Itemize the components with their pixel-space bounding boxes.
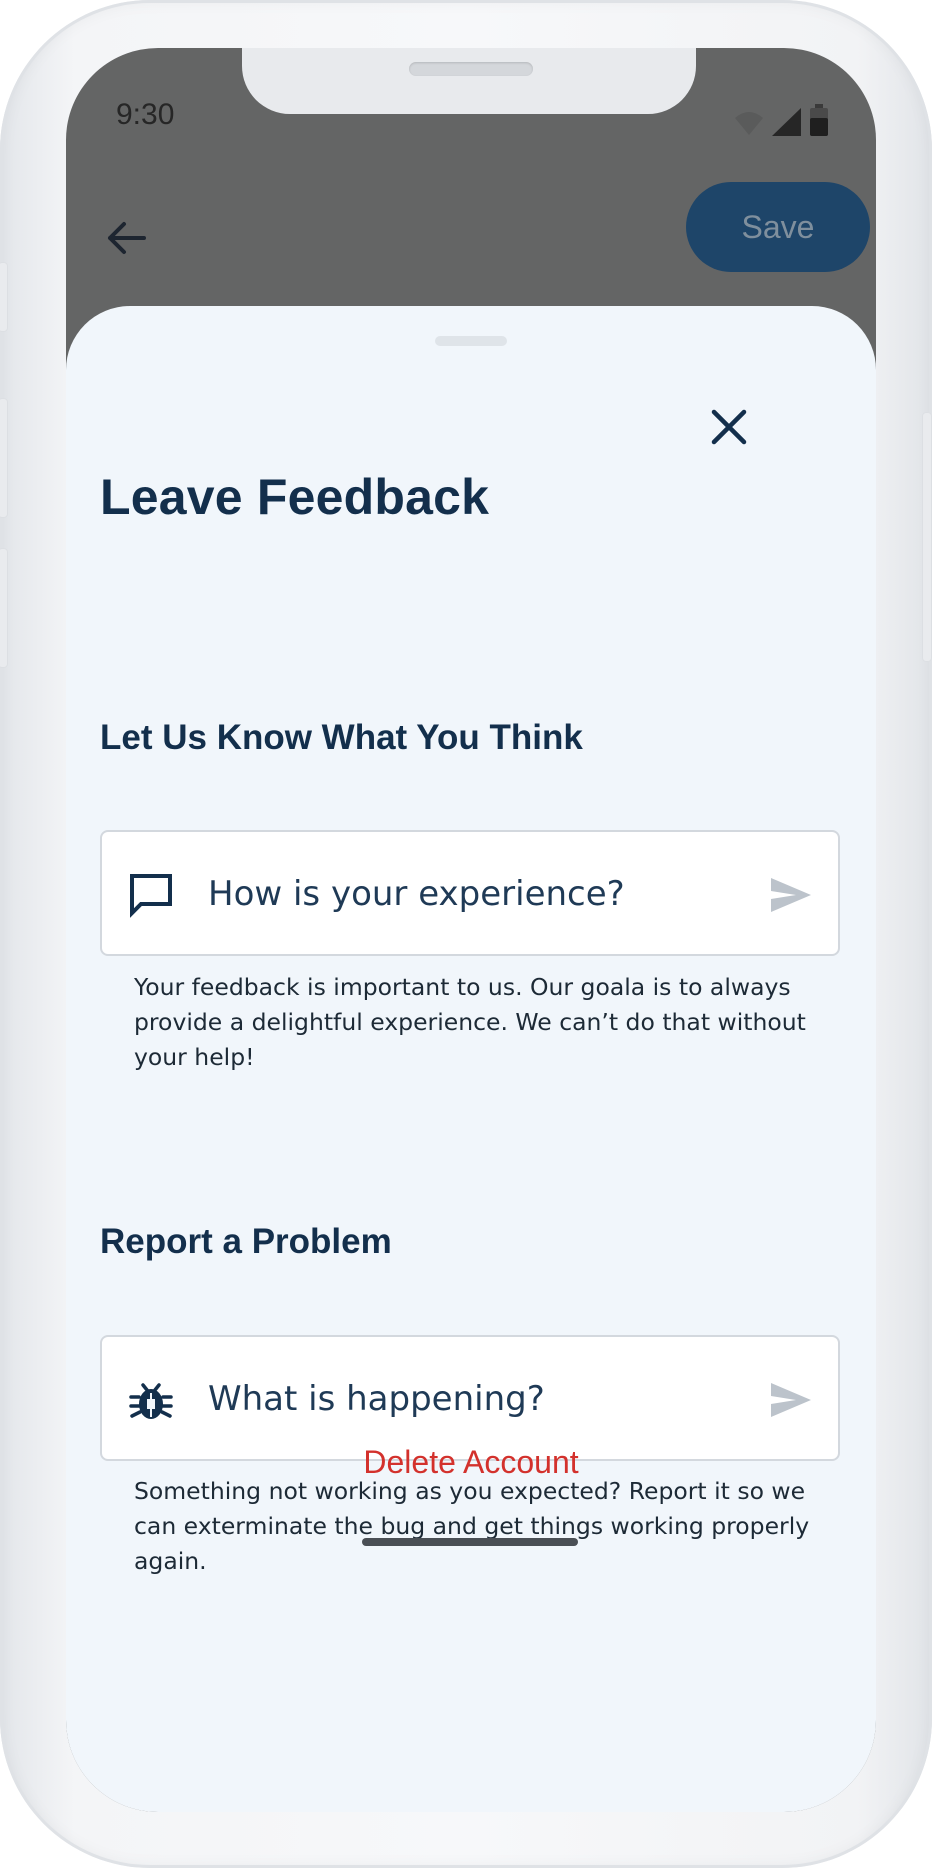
status-time: 9:30 xyxy=(116,98,175,131)
battery-icon xyxy=(810,104,828,136)
power-button xyxy=(922,412,932,662)
close-button[interactable] xyxy=(704,402,754,452)
problem-helper-text: Something not working as you expected? R… xyxy=(134,1477,810,1575)
page-title: Leave Feedback xyxy=(100,469,490,525)
feedback-bottom-sheet: Leave Feedback Let Us Know What You Thin… xyxy=(66,306,876,1812)
drag-handle[interactable] xyxy=(435,336,507,346)
send-icon[interactable] xyxy=(768,872,814,918)
arrow-left-icon xyxy=(104,216,148,260)
feedback-helper-text: Your feedback is important to us. Our go… xyxy=(134,973,806,1071)
status-icons xyxy=(734,104,828,136)
feedback-field[interactable] xyxy=(100,830,840,956)
feedback-heading: Let Us Know What You Think xyxy=(100,718,583,757)
speaker-grille xyxy=(409,62,533,76)
problem-input[interactable] xyxy=(208,1367,748,1431)
notch xyxy=(242,48,696,114)
wifi-icon xyxy=(734,110,764,136)
problem-field[interactable] xyxy=(100,1335,840,1461)
problem-heading: Report a Problem xyxy=(100,1222,392,1261)
phone-frame: 9:30 Save Leave Feedback Let Us Know Wha… xyxy=(0,0,932,1868)
back-button[interactable] xyxy=(104,216,148,260)
volume-up-button xyxy=(0,398,8,518)
volume-down-button xyxy=(0,548,8,668)
send-icon[interactable] xyxy=(768,1377,814,1423)
home-indicator xyxy=(362,1538,578,1546)
delete-account-link[interactable]: Delete Account xyxy=(66,1444,876,1481)
chat-bubble-icon xyxy=(126,870,176,920)
cellular-signal-icon xyxy=(772,108,802,136)
close-icon xyxy=(704,402,754,452)
save-button[interactable]: Save xyxy=(686,182,870,272)
bug-icon xyxy=(126,1375,176,1425)
screen: 9:30 Save Leave Feedback Let Us Know Wha… xyxy=(66,48,876,1812)
feedback-input[interactable] xyxy=(208,862,748,926)
mute-switch xyxy=(0,262,8,332)
